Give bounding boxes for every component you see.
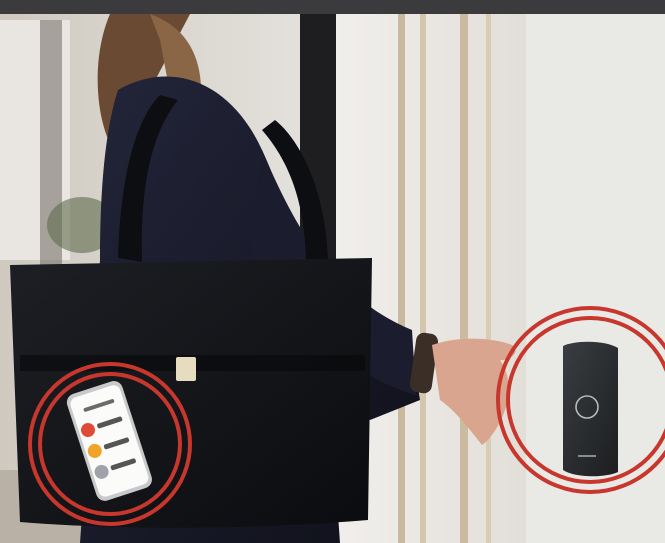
door-handle-bar-4 xyxy=(486,14,491,543)
door-handle-bar-3 xyxy=(460,14,468,543)
door-handle-bar-2 xyxy=(420,14,426,543)
photo-canvas xyxy=(0,0,665,543)
access-reader xyxy=(563,341,618,477)
reader-brand-mark xyxy=(578,455,596,457)
photo-scene xyxy=(0,0,665,543)
bag-clasp xyxy=(176,357,196,381)
top-strip xyxy=(0,0,665,14)
door-handle-bar-1 xyxy=(398,14,405,543)
